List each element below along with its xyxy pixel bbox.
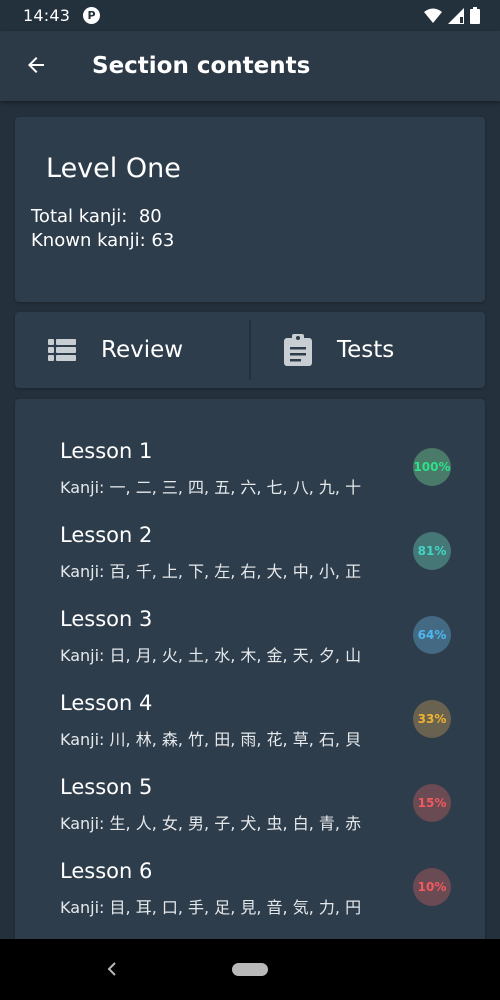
screen: 14:43 P Section contents Level One Total… [0,0,500,1000]
known-kanji-label: Known kanji: 63 [31,230,175,251]
home-pill-icon[interactable] [232,963,268,976]
lesson-title: Lesson 2 [60,523,153,547]
progress-badge: 33% [413,700,451,738]
progress-badge: 15% [413,784,451,822]
signal-icon [448,7,464,24]
lesson-title: Lesson 4 [60,691,153,715]
progress-badge: 10% [413,868,451,906]
lesson-title: Lesson 3 [60,607,153,631]
status-time: 14:43 [23,6,71,25]
lesson-row-2[interactable]: Lesson 2 Kanji: 百, 千, 上, 下, 左, 右, 大, 中, … [15,483,485,581]
wifi-icon [424,8,442,23]
actions-card: Review Tests [15,312,485,388]
status-bar: 14:43 P [0,0,500,31]
page-title: Section contents [92,53,311,79]
total-kanji-label: Total kanji: 80 [31,206,162,227]
progress-badge: 81% [413,532,451,570]
lesson-row-4[interactable]: Lesson 4 Kanji: 川, 林, 森, 竹, 田, 雨, 花, 草, … [15,651,485,749]
lesson-row-6[interactable]: Lesson 6 Kanji: 目, 耳, 口, 手, 足, 見, 音, 気, … [15,819,485,917]
status-icons [424,7,480,24]
progress-badge: 100% [413,448,451,486]
lesson-kanji-list: Kanji: 目, 耳, 口, 手, 足, 見, 音, 気, 力, 円 [60,898,362,917]
lesson-row-5[interactable]: Lesson 5 Kanji: 生, 人, 女, 男, 子, 犬, 虫, 白, … [15,735,485,833]
level-title: Level One [46,153,181,184]
nav-back-icon [107,962,116,976]
lesson-title: Lesson 1 [60,439,153,463]
arrow-back-icon [28,57,44,73]
review-button[interactable]: Review [15,312,249,388]
review-label: Review [101,337,184,363]
lesson-title: Lesson 5 [60,775,153,799]
battery-icon [470,7,480,24]
lesson-row-1[interactable]: Lesson 1 Kanji: 一, 二, 三, 四, 五, 六, 七, 八, … [15,399,485,497]
app-bar: Section contents [0,31,500,101]
lesson-title: Lesson 6 [60,859,153,883]
app-notification-icon: P [83,7,100,24]
clipboard-icon [284,334,312,366]
system-nav-bar [0,939,500,1000]
lessons-list: Lesson 1 Kanji: 一, 二, 三, 四, 五, 六, 七, 八, … [15,399,485,959]
list-icon [48,339,76,361]
progress-badge: 64% [413,616,451,654]
nav-back-button[interactable] [100,957,124,981]
tests-label: Tests [337,337,395,363]
tests-button[interactable]: Tests [251,312,485,388]
back-button[interactable] [14,43,58,87]
lesson-row-3[interactable]: Lesson 3 Kanji: 日, 月, 火, 土, 水, 木, 金, 天, … [15,567,485,665]
